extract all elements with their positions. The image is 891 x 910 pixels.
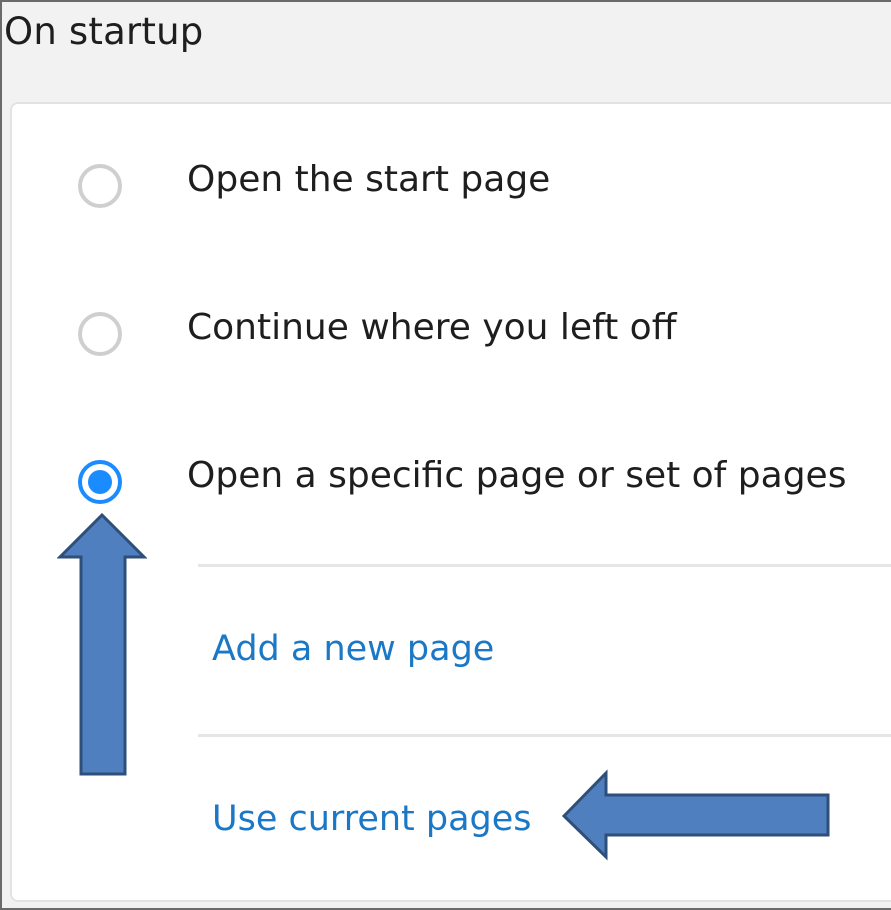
radio-unchecked-icon[interactable] — [78, 312, 122, 356]
use-current-pages-link[interactable]: Use current pages — [212, 799, 532, 839]
option-label: Continue where you left off — [187, 307, 677, 348]
startup-option-start-page[interactable]: Open the start page — [12, 154, 891, 214]
divider — [198, 734, 891, 737]
add-new-page-link[interactable]: Add a new page — [212, 629, 494, 669]
radio-unchecked-icon[interactable] — [78, 164, 122, 208]
divider — [198, 564, 891, 567]
radio-checked-icon[interactable] — [78, 460, 122, 504]
startup-option-specific-pages[interactable]: Open a specific page or set of pages — [12, 450, 891, 510]
option-label: Open a specific page or set of pages — [187, 455, 847, 496]
section-title: On startup — [4, 10, 204, 53]
startup-option-continue[interactable]: Continue where you left off — [12, 302, 891, 362]
startup-options-panel: Open the start page Continue where you l… — [10, 102, 891, 902]
settings-frame: On startup Open the start page Continue … — [0, 0, 891, 910]
option-label: Open the start page — [187, 159, 551, 200]
